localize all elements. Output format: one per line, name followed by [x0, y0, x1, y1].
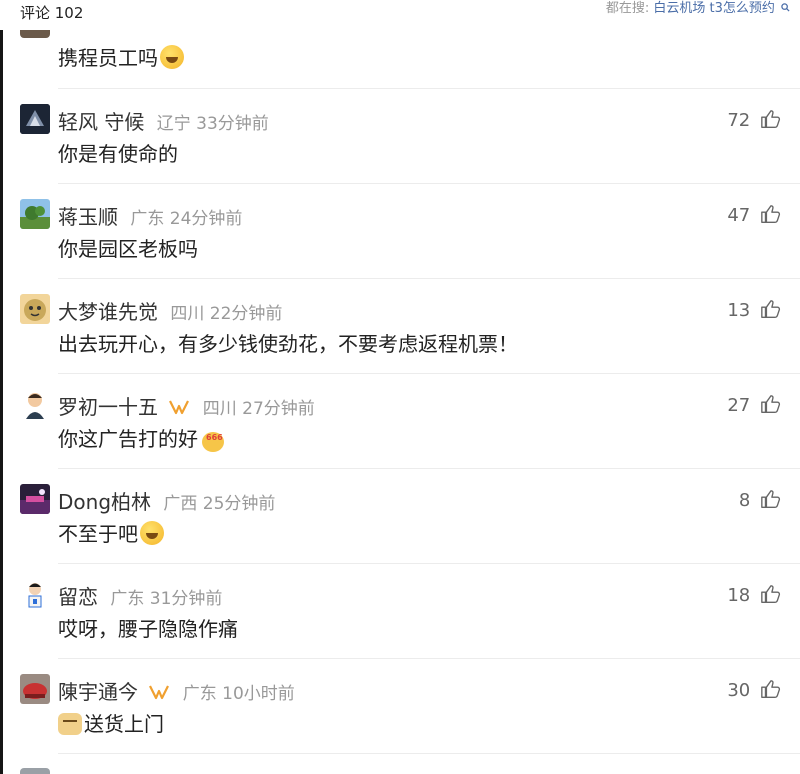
name-text[interactable]: 陳宇通今	[58, 680, 138, 704]
location: 辽宁	[156, 114, 191, 134]
like-count: 72	[727, 110, 751, 131]
comment-meta: 广东 10小时前	[183, 684, 295, 704]
like-count: 18	[727, 585, 751, 606]
commenter-name[interactable]: 轻风 守候 辽宁 33分钟前	[58, 106, 269, 135]
comment-text: 你这广告打的好 666	[58, 425, 226, 453]
name-text[interactable]: 留恋	[58, 585, 98, 609]
timestamp: 33分钟前	[196, 114, 269, 134]
comment-text: 哎呀，腰子隐隐作痛	[58, 617, 238, 641]
emoji-dog-icon	[58, 713, 82, 735]
avatar[interactable]	[20, 484, 50, 514]
timestamp: 24分钟前	[169, 209, 243, 229]
comment-text: 携程员工吗	[58, 44, 184, 72]
comment-header: 评论 102 都在搜: 白云机场 t3怎么预约	[0, 0, 800, 30]
comment-text-content: 携程员工吗	[58, 46, 158, 70]
like-button[interactable]: 18	[727, 583, 782, 606]
avatar[interactable]	[20, 294, 50, 324]
like-count: 30	[727, 680, 751, 701]
commenter-name[interactable]: 蒋玉顺 广东 24分钟前	[58, 201, 242, 230]
timestamp: 27分钟前	[242, 399, 315, 419]
hot-search-label: 都在搜:	[605, 1, 650, 16]
emoji-666-icon: 666	[200, 426, 226, 452]
location: 广东	[130, 209, 165, 229]
avatar[interactable]	[20, 768, 50, 774]
divider	[58, 753, 800, 754]
location: 广东	[110, 589, 145, 609]
like-count: 47	[727, 205, 751, 226]
timestamp: 31分钟前	[149, 589, 223, 609]
comment-text: 不至于吧	[58, 520, 164, 548]
like-button[interactable]: 72	[727, 108, 782, 131]
comment-item: Dong柏林 广西 25分钟前 8 不至于吧	[0, 468, 800, 563]
like-button[interactable]: 47	[727, 203, 782, 226]
thumbs-up-icon[interactable]	[760, 203, 782, 225]
thumbs-up-icon[interactable]	[760, 488, 782, 510]
avatar[interactable]	[20, 674, 50, 704]
comment-text-content: 送货上门	[84, 712, 164, 736]
thumbs-up-icon[interactable]	[760, 393, 782, 415]
comment-meta: 广东 31分钟前	[110, 589, 222, 609]
name-text[interactable]: Dong柏林	[58, 490, 151, 514]
timestamp: 25分钟前	[202, 494, 276, 514]
comment-text: 送货上门	[58, 710, 164, 738]
comment-meta: 广西 25分钟前	[163, 494, 275, 514]
name-text[interactable]: 轻风 守候	[58, 110, 144, 134]
comment-item: 陳宇通今 广东 10小时前 30 送货上门	[0, 658, 800, 753]
thumbs-up-icon[interactable]	[760, 108, 782, 130]
hot-search[interactable]: 都在搜: 白云机场 t3怎么预约	[606, 0, 790, 16]
comment-page: 评论 102 都在搜: 白云机场 t3怎么预约 携程员工吗 轻风 守候 辽宁 3…	[0, 0, 800, 774]
comment-count: 评论 102	[20, 4, 84, 22]
emoji-laugh-icon	[160, 45, 184, 69]
comment-item: 轻风 守候 辽宁 33分钟前 72 你是有使命的	[0, 88, 800, 183]
like-count: 13	[727, 300, 751, 321]
location: 广东	[182, 684, 217, 704]
commenter-name[interactable]: 留恋 广东 31分钟前	[58, 581, 222, 610]
thumbs-up-icon[interactable]	[760, 583, 782, 605]
comment-item: 大梦谁先觉 四川 22分钟前 13 出去玩开心，有多少钱使劲花，不要考虑返程机票…	[0, 278, 800, 373]
comment-item: 留恋 广东 31分钟前 18 哎呀，腰子隐隐作痛	[0, 563, 800, 658]
comment-text-content: 你这广告打的好	[58, 427, 198, 451]
comment-item: 蒋玉顺 广东 24分钟前 47 你是园区老板吗	[0, 183, 800, 278]
avatar[interactable]	[20, 579, 50, 609]
avatar[interactable]	[20, 30, 50, 38]
name-text[interactable]: 大梦谁先觉	[58, 300, 158, 324]
comment-text: 出去玩开心，有多少钱使劲花，不要考虑返程机票！	[58, 332, 518, 356]
timestamp: 10小时前	[222, 684, 295, 704]
location: 广西	[163, 494, 198, 514]
like-button[interactable]: 8	[739, 488, 782, 511]
like-count: 27	[727, 395, 751, 416]
avatar[interactable]	[20, 389, 50, 419]
like-count: 8	[738, 490, 751, 511]
comment-meta: 四川 22分钟前	[170, 304, 282, 324]
search-icon[interactable]	[781, 3, 790, 12]
commenter-name[interactable]: Dong柏林 广西 25分钟前	[58, 486, 275, 515]
thumbs-up-icon[interactable]	[760, 298, 782, 320]
commenter-name[interactable]: 大梦谁先觉 四川 22分钟前	[58, 296, 282, 325]
name-text[interactable]: 蒋玉顺	[58, 205, 118, 229]
timestamp: 22分钟前	[209, 304, 283, 324]
avatar[interactable]	[20, 104, 50, 134]
vip-badge-icon	[169, 400, 190, 415]
comment-text: 你是园区老板吗	[58, 237, 198, 261]
like-button[interactable]: 13	[727, 298, 782, 321]
thumbs-up-icon[interactable]	[760, 678, 782, 700]
hot-search-query[interactable]: 白云机场 t3怎么预约	[653, 1, 775, 16]
emoji-laugh-icon	[140, 521, 164, 545]
avatar[interactable]	[20, 199, 50, 229]
like-button[interactable]: 30	[727, 678, 782, 701]
location: 四川	[202, 399, 237, 419]
comment-meta: 辽宁 33分钟前	[157, 114, 269, 134]
commenter-name[interactable]: 陳宇通今 广东 10小时前	[58, 676, 295, 705]
vip-badge-icon	[149, 685, 170, 700]
comment-meta: 广东 24分钟前	[130, 209, 242, 229]
comment-text-content: 不至于吧	[58, 522, 138, 546]
comment-item: 罗初一十五 四川 27分钟前 27 你这广告打的好 666	[0, 373, 800, 468]
name-text[interactable]: 罗初一十五	[58, 395, 158, 419]
comment-text: 你是有使命的	[58, 142, 178, 166]
comment-meta: 四川 27分钟前	[203, 399, 315, 419]
location: 四川	[170, 304, 205, 324]
like-button[interactable]: 27	[727, 393, 782, 416]
commenter-name[interactable]: 罗初一十五 四川 27分钟前	[58, 391, 315, 420]
